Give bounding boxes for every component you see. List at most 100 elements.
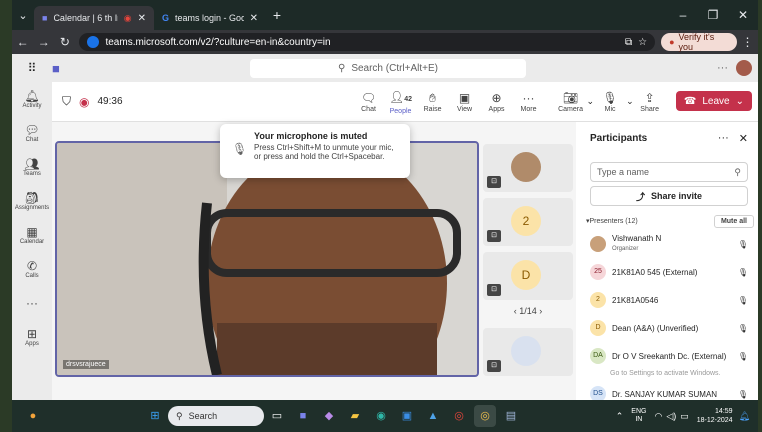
- clock[interactable]: 14:59 18-12-2024: [697, 407, 733, 425]
- mic-off-icon: 🎙︎: [737, 351, 748, 361]
- close-icon[interactable]: ✕: [739, 132, 748, 145]
- install-app-icon[interactable]: ⧉: [625, 37, 632, 48]
- verify-profile-button[interactable]: ● Verify it's you: [661, 32, 737, 52]
- user-avatar[interactable]: [736, 60, 752, 76]
- new-tab-button[interactable]: +: [266, 7, 288, 23]
- rail-teams[interactable]: 👥︎ Teams: [12, 150, 52, 184]
- task-view-icon[interactable]: ▭: [266, 405, 288, 427]
- participant-search-input[interactable]: Type a name ⚲: [590, 162, 748, 182]
- tab-calendar[interactable]: ■ Calendar | 6 th Internationa ◉ ✕: [34, 6, 154, 30]
- rail-apps[interactable]: ⊞ Apps: [12, 320, 52, 354]
- tool-label: Camera: [558, 106, 583, 113]
- tray-chevron-icon[interactable]: ⌃: [616, 411, 624, 422]
- chrome-active-icon[interactable]: ◎: [474, 405, 496, 427]
- list-item[interactable]: DS Dr. SANJAY KUMAR SUMAN 🎙︎: [580, 380, 758, 400]
- weather-icon[interactable]: ●: [22, 405, 44, 427]
- rail-label: Teams: [23, 171, 41, 177]
- rail-calendar[interactable]: ▦ Calendar: [12, 218, 52, 252]
- pin-icon: ⊡: [487, 230, 501, 242]
- photos-icon[interactable]: ▲: [422, 405, 444, 427]
- camera-options-chevron-icon[interactable]: ⌄: [587, 96, 595, 107]
- tool-label: Chat: [361, 106, 376, 113]
- volume-icon[interactable]: ◁): [666, 411, 676, 422]
- list-item[interactable]: 25 21K81A0 545 (External) 🎙︎: [580, 258, 758, 286]
- tab-search-icon[interactable]: ⌄: [12, 9, 34, 22]
- tab-google[interactable]: G teams login - Google Search ✕: [154, 6, 266, 30]
- list-item[interactable]: Vishwanath N Organizer 🎙︎: [580, 230, 758, 258]
- list-item[interactable]: DA Dr O V Sreekanth Dc. (External) 🎙︎: [580, 342, 758, 370]
- view-button[interactable]: ▣ View: [449, 90, 481, 113]
- mic-off-icon: 🎙︎: [737, 295, 748, 305]
- rail-calls[interactable]: ✆ Calls: [12, 252, 52, 286]
- participant-list: Vishwanath N Organizer 🎙︎ 25 21K81A0 545 (E…: [580, 230, 758, 400]
- file-explorer-icon[interactable]: ▰: [344, 405, 366, 427]
- mic-button[interactable]: 🎙︎ Mic: [594, 90, 626, 113]
- window-controls: – ❐ ✕: [668, 0, 758, 30]
- close-tab-icon[interactable]: ✕: [138, 13, 146, 24]
- mic-options-chevron-icon[interactable]: ⌄: [626, 96, 634, 107]
- tab-title: Calendar | 6 th Internationa: [53, 13, 118, 23]
- leave-button[interactable]: ☎ Leave ⌄: [675, 91, 752, 111]
- start-button[interactable]: ⊞: [144, 405, 166, 427]
- reload-button[interactable]: ↻: [54, 35, 75, 49]
- rail-assignments[interactable]: 🎒︎ Assignments: [12, 184, 52, 218]
- participant-tile[interactable]: ⊡: [483, 328, 573, 376]
- close-tab-icon[interactable]: ✕: [250, 13, 258, 24]
- mic-off-icon: 🎙︎: [737, 323, 748, 333]
- camera-button[interactable]: 📷︎ Camera: [555, 90, 587, 113]
- more-options-icon[interactable]: ···: [718, 132, 729, 144]
- teams-search-input[interactable]: ⚲ Search (Ctrl+Alt+E): [250, 59, 526, 78]
- url-bar[interactable]: teams.microsoft.com/v2/?culture=en-in&co…: [79, 33, 656, 51]
- teams-taskbar-icon[interactable]: ■: [292, 405, 314, 427]
- browser-menu-icon[interactable]: ⋮: [737, 35, 758, 49]
- back-button[interactable]: ←: [12, 35, 33, 49]
- participant-photo: [511, 152, 541, 182]
- site-info-icon[interactable]: [87, 36, 100, 48]
- mute-all-button[interactable]: Mute all: [713, 214, 754, 228]
- edge-icon[interactable]: ◉: [370, 405, 392, 427]
- maximize-button[interactable]: ❐: [698, 0, 728, 30]
- forward-button[interactable]: →: [33, 35, 54, 49]
- taskbar-search-label: Search: [188, 411, 218, 421]
- participant-tile[interactable]: 2 ⊡: [483, 198, 573, 246]
- people-button[interactable]: 👤︎42 People: [385, 89, 417, 115]
- rail-activity[interactable]: 🔔︎ Activity: [12, 82, 52, 116]
- participant-tile[interactable]: ⊡: [483, 144, 573, 192]
- more-button[interactable]: ··· More: [513, 90, 545, 113]
- bell-icon: 🔔︎: [24, 89, 40, 103]
- participant-tile[interactable]: D ⊡: [483, 252, 573, 300]
- raise-hand-button[interactable]: ✋︎ Raise: [417, 90, 449, 113]
- rail-chat[interactable]: 💬︎ Chat: [12, 116, 52, 150]
- tool-label: View: [457, 106, 473, 113]
- pin-icon: ⊡: [487, 284, 501, 296]
- minimize-button[interactable]: –: [668, 0, 698, 30]
- copilot-icon[interactable]: ◆: [318, 405, 340, 427]
- close-window-button[interactable]: ✕: [728, 0, 758, 30]
- wifi-icon[interactable]: ◠: [654, 411, 662, 422]
- left-rail: 🔔︎ Activity 💬︎ Chat 👥︎ Teams 🎒︎ Assignments …: [12, 82, 52, 400]
- notification-bell-icon[interactable]: 🔔︎: [739, 411, 750, 422]
- camera-off-icon: 📷︎: [562, 91, 579, 105]
- tile-pager[interactable]: ‹ 1/14 ›: [483, 306, 573, 322]
- list-item[interactable]: 2 21K81A0546 🎙︎: [580, 286, 758, 314]
- more-options-icon[interactable]: ···: [717, 62, 728, 74]
- tool-label: Raise: [423, 106, 442, 113]
- chrome-icon[interactable]: ◎: [448, 405, 470, 427]
- language-indicator[interactable]: ENG IN: [631, 408, 646, 424]
- taskbar-search[interactable]: ⚲ Search: [168, 406, 264, 426]
- list-item[interactable]: D Dean (A&A) (Unverified) 🎙︎: [580, 314, 758, 342]
- battery-icon[interactable]: ▭: [680, 411, 689, 422]
- app-launcher-icon[interactable]: ⠿: [12, 61, 52, 75]
- chat-button[interactable]: 🗨︎ Chat: [353, 90, 385, 113]
- bookmark-star-icon[interactable]: ☆: [638, 37, 647, 48]
- tab-title: teams login - Google Search: [175, 13, 244, 23]
- share-invite-button[interactable]: ⤴ Share invite: [590, 186, 748, 206]
- rail-more[interactable]: ···: [12, 286, 52, 320]
- avatar: DA: [590, 348, 606, 364]
- participants-panel: Participants ··· ✕ Type a name ⚲ ⤴ Share…: [580, 122, 758, 400]
- calculator-icon[interactable]: ▤: [500, 405, 522, 427]
- apps-button[interactable]: ⊕ Apps: [481, 90, 513, 113]
- store-icon[interactable]: ▣: [396, 405, 418, 427]
- share-button[interactable]: ⇪ Share: [634, 90, 666, 113]
- date-label: 18-12-2024: [696, 417, 733, 424]
